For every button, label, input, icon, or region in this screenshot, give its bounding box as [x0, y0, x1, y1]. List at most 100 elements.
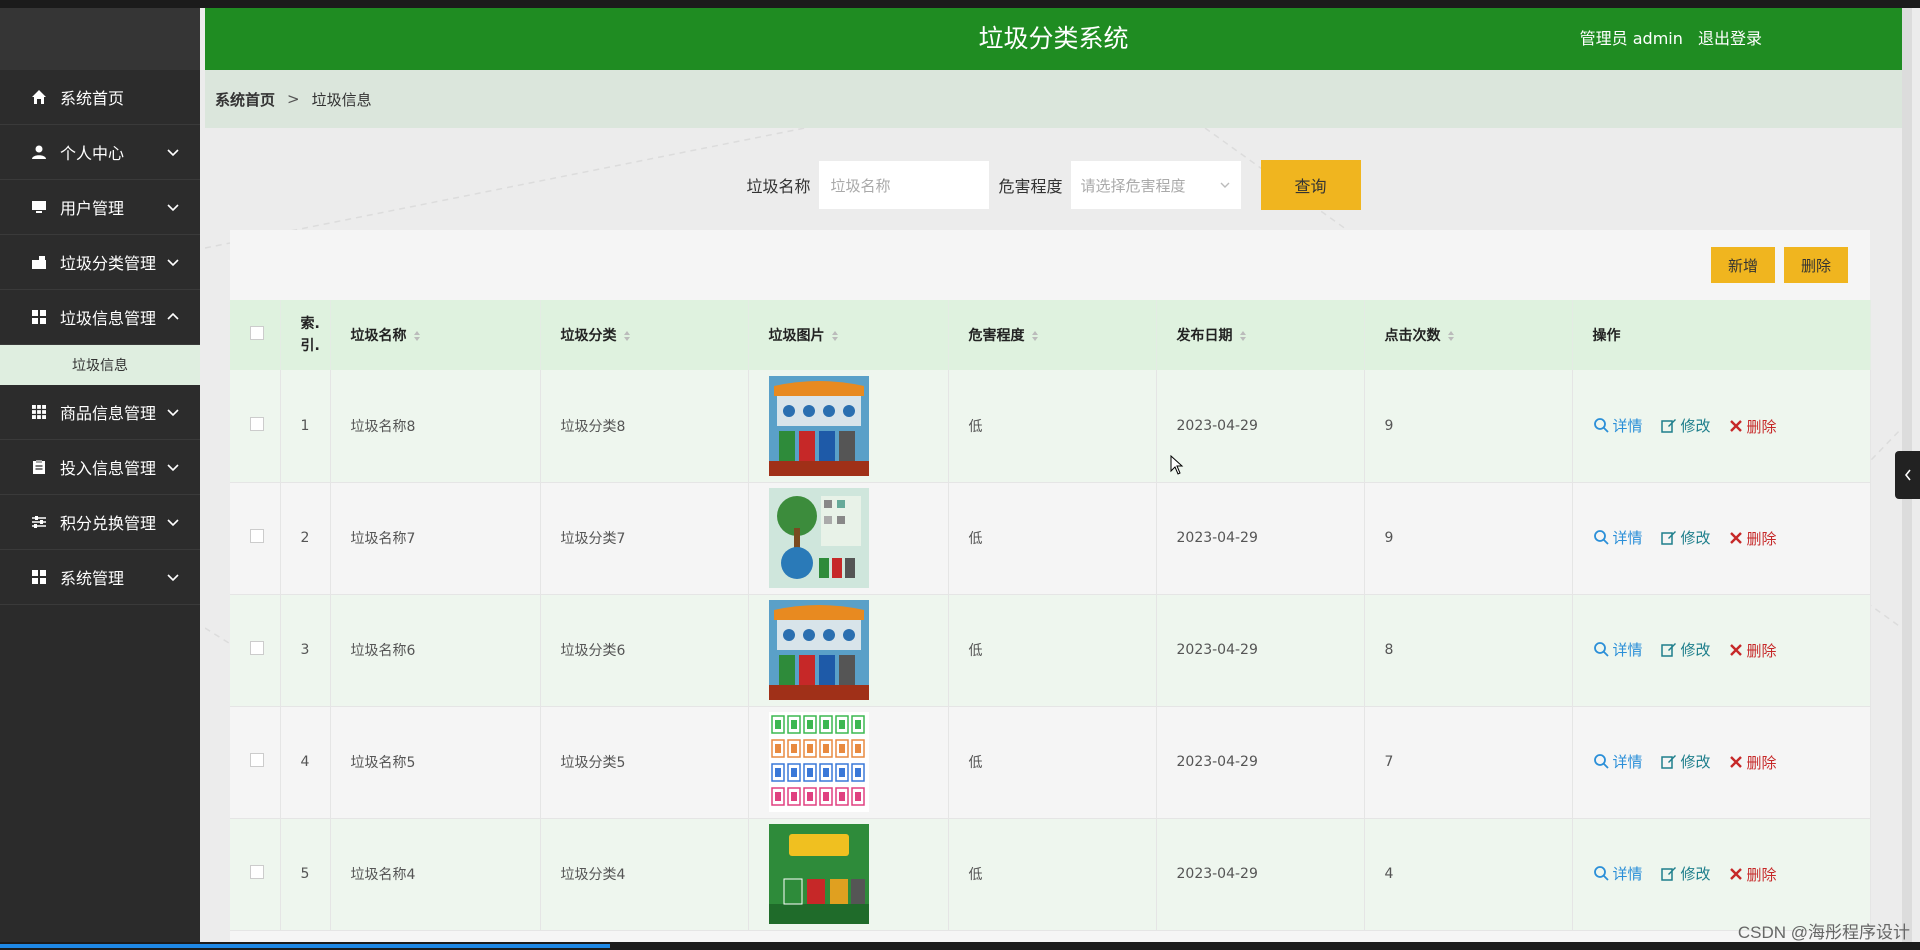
chevron-up-icon	[167, 312, 179, 320]
detail-button[interactable]: 详情	[1593, 751, 1643, 772]
level-select[interactable]: 请选择危害程度	[1070, 161, 1241, 209]
close-icon	[1729, 868, 1742, 881]
name-search-input[interactable]: 垃圾名称	[818, 161, 989, 209]
column-header-name[interactable]: 垃圾名称	[330, 300, 541, 370]
edit-button[interactable]: 修改	[1660, 863, 1711, 884]
cell-image	[748, 818, 949, 931]
table-row: 2 垃圾名称7 垃圾分类7 低 2023-04-29 9 详情 修改 删除	[230, 482, 1871, 595]
garbage-image[interactable]	[768, 600, 947, 700]
sidebar-logo-area	[0, 8, 200, 70]
cell-level: 低	[948, 706, 1157, 819]
row-checkbox[interactable]	[250, 753, 264, 767]
search-icon	[1593, 530, 1609, 545]
breadcrumb-home[interactable]: 系统首页	[215, 89, 275, 110]
edit-button[interactable]: 修改	[1660, 751, 1711, 772]
column-header-label: 垃圾名称	[350, 328, 407, 344]
sliders-icon	[30, 514, 48, 530]
user-icon	[30, 144, 48, 160]
delete-button[interactable]: 删除	[1729, 752, 1777, 773]
video-progress-fill	[0, 944, 610, 948]
cell-index: 4	[280, 706, 331, 819]
detail-label: 详情	[1612, 416, 1643, 435]
sidebar-item-label: 积分兑换管理	[60, 514, 157, 533]
sidebar-item-garbage-info[interactable]: 垃圾信息管理	[0, 290, 200, 345]
cell-clicks: 4	[1364, 818, 1573, 931]
collapse-panel-tab[interactable]	[1895, 451, 1920, 499]
sidebar-item-points[interactable]: 积分兑换管理	[0, 495, 200, 550]
cell-level: 低	[948, 482, 1157, 595]
edit-button[interactable]: 修改	[1660, 527, 1711, 548]
detail-button[interactable]: 详情	[1593, 527, 1643, 548]
logout-link[interactable]: 退出登录	[1698, 29, 1762, 48]
column-header-category[interactable]: 垃圾分类	[540, 300, 749, 370]
row-checkbox[interactable]	[250, 865, 264, 879]
delete-button[interactable]: 删除	[1729, 640, 1777, 661]
cell-category: 垃圾分类5	[540, 706, 749, 819]
data-table: 索. 引. 垃圾名称 垃圾分类 垃圾图片 危害程度 发布日期 点击次数 操作 1…	[230, 300, 1871, 931]
sidebar: 系统首页 个人中心 用户管理 垃圾分类管理 垃圾信息管理 垃圾信息 商品信息管理…	[0, 8, 200, 942]
search-icon	[1593, 418, 1609, 433]
cell-ops: 详情 修改 删除	[1572, 706, 1871, 819]
add-button[interactable]: 新增	[1711, 247, 1775, 283]
column-header-index-top: 索.	[300, 316, 320, 332]
row-checkbox[interactable]	[250, 416, 264, 431]
edit-button[interactable]: 修改	[1660, 639, 1711, 660]
chevron-down-icon	[1220, 182, 1230, 188]
cell-clicks: 7	[1364, 706, 1573, 819]
detail-button[interactable]: 详情	[1593, 639, 1643, 660]
cell-clicks: 9	[1364, 370, 1573, 483]
sidebar-item-goods[interactable]: 商品信息管理	[0, 385, 200, 440]
delete-button[interactable]: 删除	[1729, 864, 1777, 885]
column-header-clicks[interactable]: 点击次数	[1364, 300, 1573, 370]
column-header-image[interactable]: 垃圾图片	[748, 300, 949, 370]
delete-label: 删除	[1746, 865, 1777, 884]
video-progress-bar[interactable]	[0, 942, 1920, 950]
sidebar-item-label: 垃圾分类管理	[60, 254, 157, 273]
select-all-checkbox[interactable]	[250, 326, 264, 340]
detail-button[interactable]: 详情	[1593, 415, 1643, 436]
cell-ops: 详情 修改 删除	[1572, 482, 1871, 595]
delete-button[interactable]: 删除	[1729, 528, 1777, 549]
sort-icon	[831, 331, 838, 341]
query-button[interactable]: 查询	[1260, 160, 1361, 210]
box-icon	[30, 254, 48, 270]
garbage-image[interactable]	[768, 375, 947, 476]
edit-button[interactable]: 修改	[1660, 415, 1711, 436]
row-checkbox[interactable]	[250, 641, 264, 655]
column-header-label: 垃圾分类	[560, 328, 617, 344]
delete-button[interactable]: 删除	[1729, 416, 1777, 437]
sidebar-item-input[interactable]: 投入信息管理	[0, 440, 200, 495]
garbage-image[interactable]	[768, 488, 947, 588]
sort-icon	[1447, 331, 1454, 341]
cell-date: 2023-04-29	[1156, 594, 1365, 707]
garbage-image[interactable]	[768, 824, 947, 924]
breadcrumb-separator: >	[287, 90, 300, 108]
sidebar-item-label: 个人中心	[60, 144, 125, 163]
clipboard-icon	[30, 459, 48, 475]
cell-image	[748, 594, 949, 707]
sidebar-subitem-garbage-info[interactable]: 垃圾信息	[0, 345, 200, 385]
cell-index: 1	[280, 370, 331, 483]
batch-delete-button[interactable]: 删除	[1784, 247, 1848, 283]
delete-label: 删除	[1746, 529, 1777, 548]
column-header-date[interactable]: 发布日期	[1156, 300, 1365, 370]
mouse-cursor-icon	[1170, 455, 1184, 475]
close-icon	[1729, 420, 1742, 432]
detail-label: 详情	[1612, 640, 1643, 659]
sidebar-item-home[interactable]: 系统首页	[0, 70, 200, 125]
table-row: 4 垃圾名称5 垃圾分类5 低 2023-04-29 7 详情 修改 删除	[230, 706, 1871, 819]
sidebar-item-category[interactable]: 垃圾分类管理	[0, 235, 200, 290]
sidebar-item-label: 系统首页	[60, 89, 125, 108]
detail-label: 详情	[1612, 864, 1643, 883]
sidebar-item-users[interactable]: 用户管理	[0, 180, 200, 235]
row-checkbox[interactable]	[250, 529, 264, 543]
cell-index: 5	[280, 818, 331, 931]
column-header-level[interactable]: 危害程度	[948, 300, 1157, 370]
detail-button[interactable]: 详情	[1593, 863, 1643, 884]
sidebar-item-system[interactable]: 系统管理	[0, 550, 200, 605]
table-row: 3 垃圾名称6 垃圾分类6 低 2023-04-29 8 详情 修改 删除	[230, 594, 1871, 707]
edit-label: 修改	[1680, 752, 1711, 771]
cell-name: 垃圾名称6	[330, 594, 541, 707]
sidebar-item-profile[interactable]: 个人中心	[0, 125, 200, 180]
garbage-image[interactable]	[768, 712, 947, 812]
